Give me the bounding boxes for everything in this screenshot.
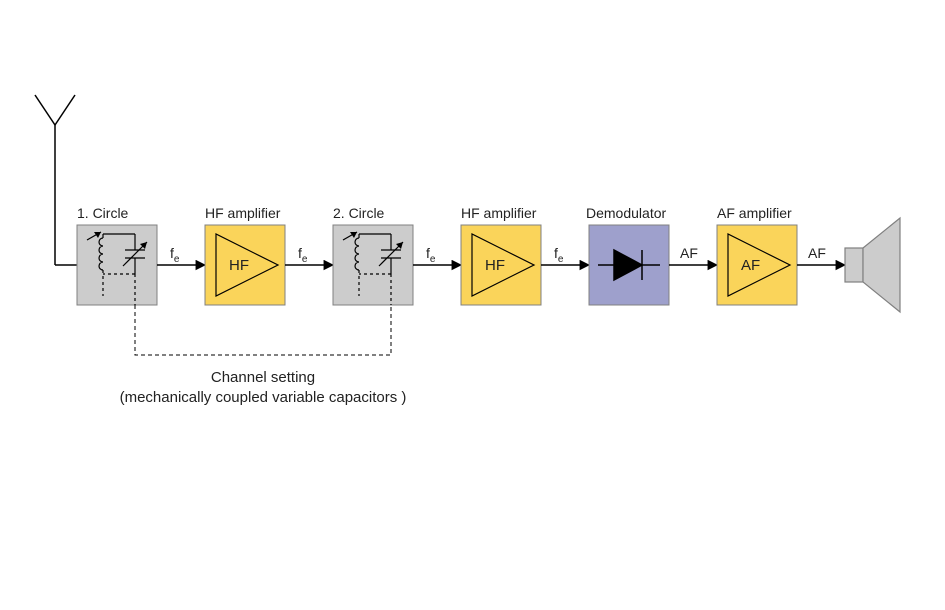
svg-text:fe: fe (554, 245, 564, 265)
label-circle-1: 1. Circle (77, 205, 129, 221)
svg-text:AF: AF (741, 257, 760, 274)
radio-receiver-diagram: 1. Circle fe (0, 0, 945, 610)
label-hf-amp-2: HF amplifier (461, 205, 537, 221)
caption-line-2: (mechanically coupled variable capacitor… (120, 389, 407, 406)
signal-af-2: AF (797, 245, 845, 265)
label-demodulator: Demodulator (586, 205, 666, 221)
signal-fe-4: fe (541, 245, 589, 265)
signal-fe-2: fe (285, 245, 333, 265)
svg-text:HF: HF (229, 257, 249, 274)
block-af-amp: AF amplifier AF (717, 205, 797, 305)
signal-fe-1: fe (157, 245, 205, 265)
svg-text:AF: AF (680, 245, 698, 261)
svg-text:AF: AF (808, 245, 826, 261)
label-circle-2: 2. Circle (333, 205, 385, 221)
antenna-icon (35, 95, 77, 265)
svg-text:fe: fe (170, 245, 180, 265)
label-hf-amp-1: HF amplifier (205, 205, 281, 221)
svg-text:HF: HF (485, 257, 505, 274)
svg-text:fe: fe (298, 245, 308, 265)
caption-line-1: Channel setting (211, 369, 315, 386)
block-demodulator: Demodulator (586, 205, 669, 305)
block-hf-amp-2: HF amplifier HF (461, 205, 541, 305)
block-circle-2: 2. Circle (333, 205, 413, 305)
block-circle-1: 1. Circle (77, 205, 157, 305)
block-hf-amp-1: HF amplifier HF (205, 205, 285, 305)
speaker-icon (845, 218, 900, 312)
label-af-amp: AF amplifier (717, 205, 792, 221)
mechanical-coupling (135, 305, 391, 355)
signal-fe-3: fe (413, 245, 461, 265)
svg-text:fe: fe (426, 245, 436, 265)
signal-af-1: AF (669, 245, 717, 265)
